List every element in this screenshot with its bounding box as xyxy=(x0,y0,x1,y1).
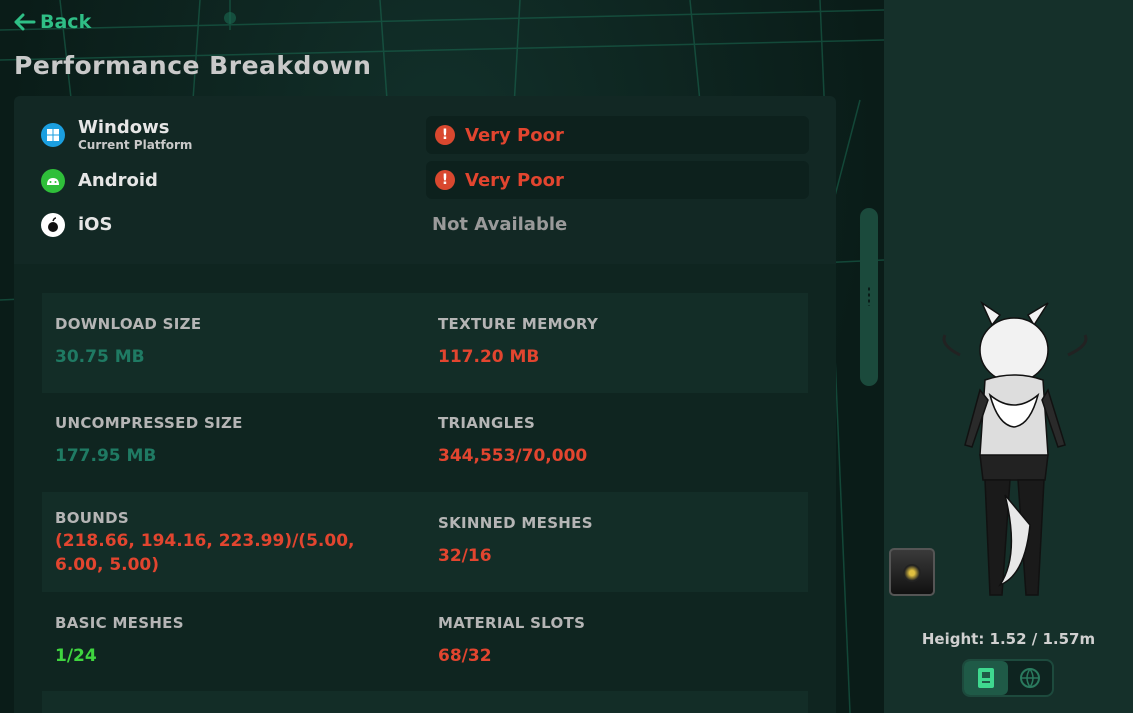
stat-value: 30.75 MB xyxy=(55,347,145,367)
rating-label: Very Poor xyxy=(465,124,564,146)
grip-icon xyxy=(867,286,871,306)
rating-not-available: Not Available xyxy=(432,214,568,235)
stat-value: 68/32 xyxy=(438,646,492,666)
warning-icon: ! xyxy=(435,125,455,145)
stat-label: BOUNDS xyxy=(55,509,129,527)
stat-triangles: TRIANGLES 344,553/70,000 xyxy=(438,414,808,466)
avatar-height: Height: 1.52 / 1.57m xyxy=(921,630,1096,648)
rating-label: Very Poor xyxy=(465,169,564,191)
stat-value: 1/24 xyxy=(55,646,97,666)
platform-row-windows: Windows Current Platform xyxy=(40,118,192,152)
chip-icon xyxy=(978,668,994,688)
platform-ratings-card: Windows Current Platform ! Very Poor And… xyxy=(14,96,836,264)
stat-material-slots: MATERIAL SLOTS 68/32 xyxy=(438,614,808,666)
platform-name: Android xyxy=(78,170,158,191)
stat-basic-meshes: BASIC MESHES 1/24 xyxy=(55,614,425,666)
camera-lens-icon xyxy=(903,564,921,582)
warning-icon: ! xyxy=(435,170,455,190)
stat-row: UNCOMPRESSED SIZE 177.95 MB TRIANGLES 34… xyxy=(42,393,808,493)
stat-texture-memory: TEXTURE MEMORY 117.20 MB xyxy=(438,315,808,367)
stat-label: DOWNLOAD SIZE xyxy=(55,315,202,333)
scrollbar-thumb[interactable] xyxy=(860,208,878,386)
rating-badge-windows: ! Very Poor xyxy=(426,116,809,154)
stat-download-size: DOWNLOAD SIZE 30.75 MB xyxy=(55,315,425,367)
stat-row: BOUNDS (218.66, 194.16, 223.99)/(5.00, 6… xyxy=(42,492,808,592)
camera-button[interactable] xyxy=(889,548,935,596)
platform-name: Windows xyxy=(78,117,170,138)
globe-icon xyxy=(1020,668,1040,689)
arrow-left-icon xyxy=(14,13,36,31)
stat-value: 32/16 xyxy=(438,546,492,566)
stat-row: DOWNLOAD SIZE 30.75 MB TEXTURE MEMORY 11… xyxy=(42,293,808,393)
page-title: Performance Breakdown xyxy=(14,51,372,80)
avatar-model[interactable] xyxy=(930,295,1100,620)
stat-bounds: BOUNDS (218.66, 194.16, 223.99)/(5.00, 6… xyxy=(55,509,385,577)
stat-label: BASIC MESHES xyxy=(55,614,184,632)
rating-badge-android: ! Very Poor xyxy=(426,161,809,199)
stat-value: 117.20 MB xyxy=(438,347,540,367)
stat-row xyxy=(42,691,808,713)
stat-row: BASIC MESHES 1/24 MATERIAL SLOTS 68/32 xyxy=(42,592,808,692)
stat-value: (218.66, 194.16, 223.99)/(5.00, 6.00, 5.… xyxy=(55,531,355,575)
back-button[interactable]: Back xyxy=(14,11,91,33)
platform-name: iOS xyxy=(78,214,113,235)
windows-icon xyxy=(40,122,66,148)
stat-label: UNCOMPRESSED SIZE xyxy=(55,414,243,432)
toggle-performance-view[interactable] xyxy=(964,661,1008,695)
view-toggle xyxy=(962,659,1054,697)
stat-value: 177.95 MB xyxy=(55,446,157,466)
stat-skinned-meshes: SKINNED MESHES 32/16 xyxy=(438,514,808,566)
stat-uncompressed-size: UNCOMPRESSED SIZE 177.95 MB xyxy=(55,414,425,466)
back-label: Back xyxy=(40,11,92,33)
toggle-globe-view[interactable] xyxy=(1008,661,1052,695)
stat-value: 344,553/70,000 xyxy=(438,446,588,466)
stat-label: MATERIAL SLOTS xyxy=(438,614,586,632)
platform-row-android: Android xyxy=(40,168,158,194)
stat-label: TEXTURE MEMORY xyxy=(438,315,599,333)
stat-label: TRIANGLES xyxy=(438,414,536,432)
platform-row-ios: iOS xyxy=(40,212,112,238)
apple-icon xyxy=(40,212,66,238)
stat-label: SKINNED MESHES xyxy=(438,514,593,532)
platform-subtitle: Current Platform xyxy=(78,138,193,152)
android-icon xyxy=(40,168,66,194)
stats-area: DOWNLOAD SIZE 30.75 MB TEXTURE MEMORY 11… xyxy=(14,264,836,713)
